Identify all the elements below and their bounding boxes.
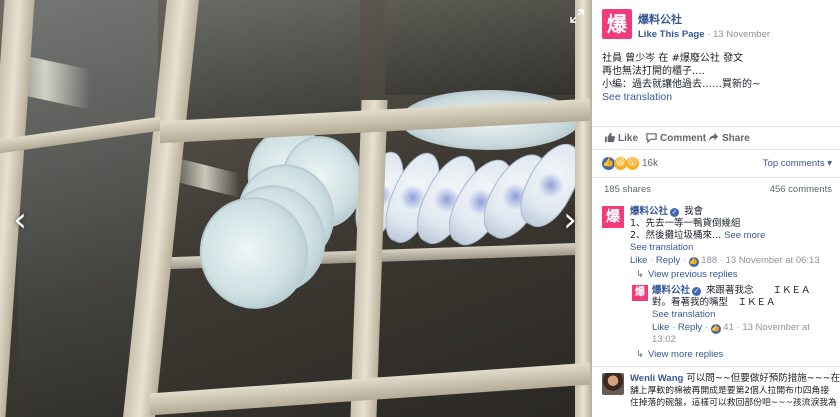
stats-row: 185 shares 456 comments xyxy=(592,178,840,200)
share-label: Share xyxy=(722,133,750,144)
cabinet-frame xyxy=(350,100,388,417)
comment-body: Wenli Wang 可以問~~但要做好預防措施~~~在地上 xyxy=(630,373,840,385)
post-photo: ‹ › xyxy=(0,0,592,417)
comment-text-line: 舖上厚軟的棉被再開成是要第2個人拉開布巾四角接 xyxy=(630,386,830,396)
wow-reaction-icon[interactable]: 😮 xyxy=(626,157,639,170)
post-actions-bar: Like Comment Share xyxy=(592,126,840,150)
view-previous-label: View previous replies xyxy=(647,269,738,280)
shares-count[interactable]: 185 shares xyxy=(604,184,651,195)
comment-author[interactable]: Wenli Wang xyxy=(630,373,683,384)
share-arrow-icon xyxy=(708,132,719,142)
comment-author-avatar[interactable]: 爆 xyxy=(602,206,624,228)
reply-arrow-icon: ↳ xyxy=(636,269,644,280)
next-photo-chevron-right-icon[interactable]: › xyxy=(560,203,580,239)
reaction-count[interactable]: 16k xyxy=(642,158,658,169)
post-subline: Like This Page · 13 November xyxy=(638,29,770,40)
share-button[interactable]: Share xyxy=(708,132,750,144)
post-text-line: 社員 曾少岑 在 #爆廢公社 發文 xyxy=(602,53,744,64)
reactions-row: 👍 😆 😮 16k Top comments ▾ xyxy=(592,150,840,178)
comment-like-count[interactable]: 188 xyxy=(701,255,717,266)
expand-fullscreen-icon[interactable] xyxy=(570,9,584,23)
comment-author[interactable]: 爆料公社 xyxy=(630,206,668,217)
like-label: Like xyxy=(618,133,639,144)
post-body: 社員 曾少岑 在 #爆廢公社 發文 再也無法打開的櫃子.... 小編：過去就讓他… xyxy=(602,52,834,104)
reply-text-line: 來跟著我念 ＩＫＥＡ xyxy=(706,285,811,296)
comment-bubble-icon xyxy=(646,133,657,144)
view-more-label: View more replies xyxy=(647,349,724,360)
reply-time[interactable]: 13 November at xyxy=(742,322,810,333)
post-text-line: 再也無法打開的櫃子.... xyxy=(602,66,705,77)
upper-glass-pane xyxy=(175,0,360,130)
comment-text-line: 我會 xyxy=(684,206,704,217)
top-comments-label: Top comments xyxy=(762,158,825,169)
view-previous-replies-link[interactable]: ↳ View previous replies xyxy=(636,269,738,280)
comment-text-line: 2、然後攤垃圾桶來... xyxy=(630,230,722,241)
verified-badge-icon: ✓ xyxy=(670,208,680,217)
caret-down-icon: ▾ xyxy=(827,158,832,169)
divider xyxy=(592,366,840,367)
comment-reply-link[interactable]: Reply xyxy=(656,255,680,266)
comment-body: 爆料公社 ✓ 我會 xyxy=(630,206,703,218)
reply-author[interactable]: 爆料公社 xyxy=(652,285,690,296)
like-badge-icon: 👍 xyxy=(710,324,721,334)
reply-like-count[interactable]: 41 xyxy=(723,322,734,333)
page-name-link[interactable]: 爆料公社 xyxy=(638,11,682,27)
comments-count[interactable]: 456 comments xyxy=(770,184,832,195)
page-avatar[interactable]: 爆 xyxy=(602,9,632,39)
reply-time-continued[interactable]: 13:02 xyxy=(652,334,676,345)
commenter-avatar[interactable] xyxy=(602,373,624,395)
view-more-replies-link[interactable]: ↳ View more replies xyxy=(636,349,723,360)
post-date[interactable]: 13 November xyxy=(713,29,770,40)
comment-label: Comment xyxy=(660,133,707,144)
reply-meta: Like · Reply · 👍 41 · 13 November at xyxy=(652,322,810,334)
reply-arrow-icon: ↳ xyxy=(636,349,644,360)
comment-time[interactable]: 13 November at 06:13 xyxy=(726,255,820,266)
like-button[interactable]: Like xyxy=(604,132,638,144)
post-text-line: 小編：過去就讓他過去……買新的~ xyxy=(602,79,761,90)
top-comments-dropdown[interactable]: Top comments ▾ xyxy=(763,158,832,169)
thumbs-up-icon xyxy=(604,132,615,143)
see-more-link[interactable]: See more xyxy=(724,230,765,241)
reply-text-line: 對。看著我的嘴型 ＩＫＥＡ xyxy=(652,297,776,308)
comment-meta: Like · Reply · 👍 188 · 13 November at 06… xyxy=(630,255,820,267)
reply-reply-link[interactable]: Reply xyxy=(678,322,702,333)
comment-like-link[interactable]: Like xyxy=(630,255,647,266)
post-side-panel: 爆 爆料公社 Like This Page · 13 November 社員 曾… xyxy=(592,0,840,417)
comment-text-line: 住掉落的碗盤，這樣可以救回部份吧~~~孩流淚我為 xyxy=(630,398,837,408)
like-badge-icon: 👍 xyxy=(688,257,699,267)
comment-text-line: 可以問~~但要做好預防措施~~~在地上 xyxy=(686,373,840,384)
see-translation-link[interactable]: See translation xyxy=(652,309,715,321)
post-header: 爆 爆料公社 Like This Page · 13 November xyxy=(602,9,832,43)
reply-body: 爆料公社 ✓ 來跟著我念 ＩＫＥＡ xyxy=(652,285,811,297)
see-translation-link[interactable]: See translation xyxy=(602,91,834,104)
like-this-page-link[interactable]: Like This Page xyxy=(638,29,705,40)
previous-photo-chevron-left-icon[interactable]: ‹ xyxy=(10,203,30,239)
see-translation-link[interactable]: See translation xyxy=(630,242,693,254)
reply-like-link[interactable]: Like xyxy=(652,322,669,333)
comment-text-line-wrapper: 2、然後攤垃圾桶來... See more xyxy=(630,230,765,242)
comment-text-line: 1、先去一等一鴨貨倒幾組 xyxy=(630,218,741,229)
verified-badge-icon: ✓ xyxy=(692,287,702,296)
comment-button[interactable]: Comment xyxy=(646,132,706,144)
reply-author-avatar[interactable]: 爆 xyxy=(632,285,648,301)
upper-right-glass-pane xyxy=(385,0,575,95)
